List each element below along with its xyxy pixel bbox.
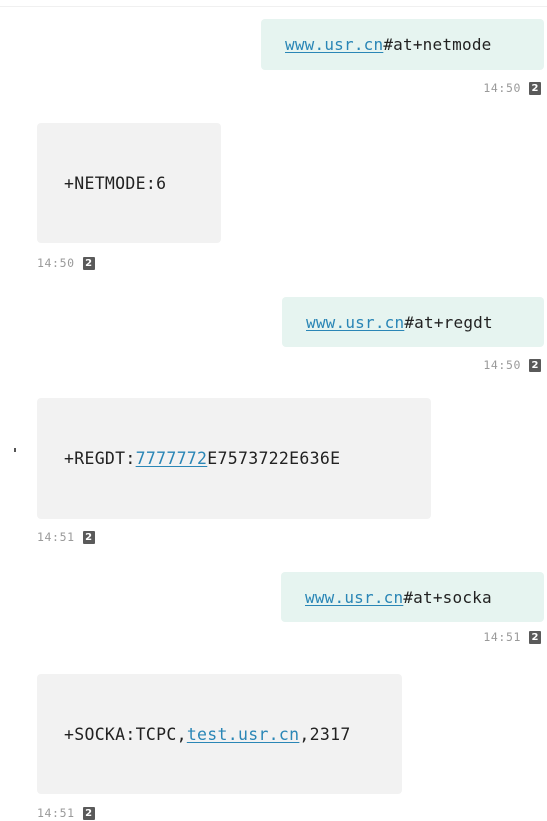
message-link[interactable]: www.usr.cn bbox=[305, 588, 403, 607]
message-prefix: +REGDT: bbox=[64, 449, 136, 468]
message-text: #at+regdt bbox=[404, 312, 493, 332]
message-text: #at+socka bbox=[403, 587, 492, 607]
message-meta: 14:50 2 bbox=[483, 358, 541, 372]
sent-message-bubble[interactable]: www.usr.cn #at+netmode bbox=[261, 19, 544, 70]
sent-message-bubble[interactable]: www.usr.cn #at+regdt bbox=[282, 297, 544, 347]
message-suffix: E7573722E636E bbox=[207, 449, 341, 468]
read-count-badge: 2 bbox=[529, 358, 541, 372]
message-time: 14:50 bbox=[37, 256, 75, 270]
message-suffix: ,2317 bbox=[299, 724, 351, 744]
message-meta: 14:51 2 bbox=[37, 530, 95, 544]
message-meta: 14:51 2 bbox=[483, 630, 541, 644]
read-count-badge: 2 bbox=[529, 81, 541, 95]
received-message-bubble[interactable]: +REGDT: 7777772 E7573722E636E bbox=[37, 398, 431, 519]
message-link[interactable]: test.usr.cn bbox=[187, 725, 300, 744]
read-count-badge: 2 bbox=[82, 256, 95, 270]
message-text: #at+netmode bbox=[383, 35, 492, 54]
message-time: 14:51 bbox=[37, 530, 75, 544]
message-text: +NETMODE:6 bbox=[64, 173, 167, 193]
message-time: 14:51 bbox=[37, 806, 75, 820]
top-divider bbox=[0, 6, 547, 7]
read-count-badge: 2 bbox=[82, 530, 95, 544]
received-message-bubble[interactable]: +SOCKA:TCPC, test.usr.cn ,2317 bbox=[37, 674, 402, 794]
message-link[interactable]: www.usr.cn bbox=[285, 35, 383, 54]
message-link[interactable]: www.usr.cn bbox=[306, 313, 404, 332]
received-message-bubble[interactable]: +NETMODE:6 bbox=[37, 123, 221, 243]
message-prefix: +SOCKA:TCPC, bbox=[64, 724, 187, 744]
message-meta: 14:50 2 bbox=[37, 256, 95, 270]
message-meta: 14:51 2 bbox=[37, 806, 95, 820]
message-link[interactable]: 7777772 bbox=[136, 449, 208, 468]
message-meta: 14:50 2 bbox=[483, 81, 541, 95]
message-time: 14:51 bbox=[483, 630, 521, 644]
sent-message-bubble[interactable]: www.usr.cn #at+socka bbox=[281, 572, 544, 622]
message-time: 14:50 bbox=[483, 358, 521, 372]
read-count-badge: 2 bbox=[529, 630, 541, 644]
stray-mark bbox=[14, 448, 16, 452]
read-count-badge: 2 bbox=[82, 806, 95, 820]
message-time: 14:50 bbox=[483, 81, 521, 95]
